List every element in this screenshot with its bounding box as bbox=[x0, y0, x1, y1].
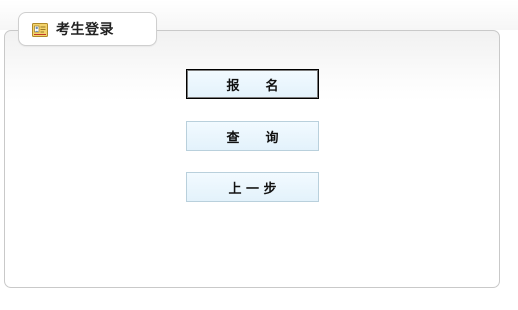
page-title: 考生登录 bbox=[56, 22, 114, 38]
login-page: 考生登录 报 名 查 询 上 一 步 bbox=[0, 0, 518, 310]
id-card-icon bbox=[32, 22, 48, 37]
query-button[interactable]: 查 询 bbox=[186, 121, 319, 151]
back-button[interactable]: 上 一 步 bbox=[186, 172, 319, 202]
register-button[interactable]: 报 名 bbox=[186, 69, 319, 99]
panel-header-tab: 考生登录 bbox=[18, 12, 157, 46]
